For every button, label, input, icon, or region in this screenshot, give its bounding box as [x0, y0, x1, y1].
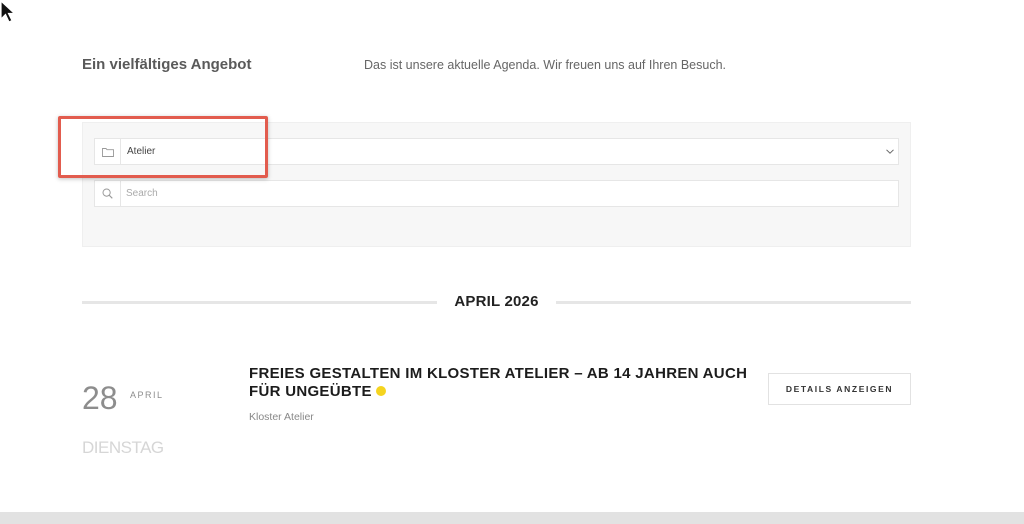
- mouse-cursor-icon: [0, 0, 17, 23]
- chevron-down-icon[interactable]: [882, 149, 898, 154]
- details-button[interactable]: DETAILS ANZEIGEN: [768, 373, 911, 405]
- search-field[interactable]: [94, 180, 899, 207]
- event-day: 28: [82, 380, 118, 416]
- event-month: APRIL: [130, 390, 164, 400]
- event-weekday: DIENSTAG: [82, 438, 164, 457]
- event-title-text: FREIES GESTALTEN IM KLOSTER ATELIER – AB…: [249, 365, 748, 400]
- highlight-box: [58, 116, 268, 178]
- search-icon: [95, 181, 121, 206]
- month-divider: APRIL 2026: [82, 290, 911, 314]
- event-title-link[interactable]: FREIES GESTALTEN IM KLOSTER ATELIER – AB…: [249, 365, 759, 401]
- divider-line-left: [82, 301, 437, 304]
- search-input[interactable]: [121, 181, 898, 206]
- status-dot-icon: [375, 386, 386, 396]
- month-heading: APRIL 2026: [454, 293, 539, 310]
- event-location: Kloster Atelier: [249, 411, 314, 423]
- divider-line-right: [556, 301, 911, 304]
- section-intro-text: Das ist unsere aktuelle Agenda. Wir freu…: [364, 58, 727, 72]
- footer-band: [0, 512, 1024, 524]
- section-title: Ein vielfältiges Angebot: [82, 56, 252, 73]
